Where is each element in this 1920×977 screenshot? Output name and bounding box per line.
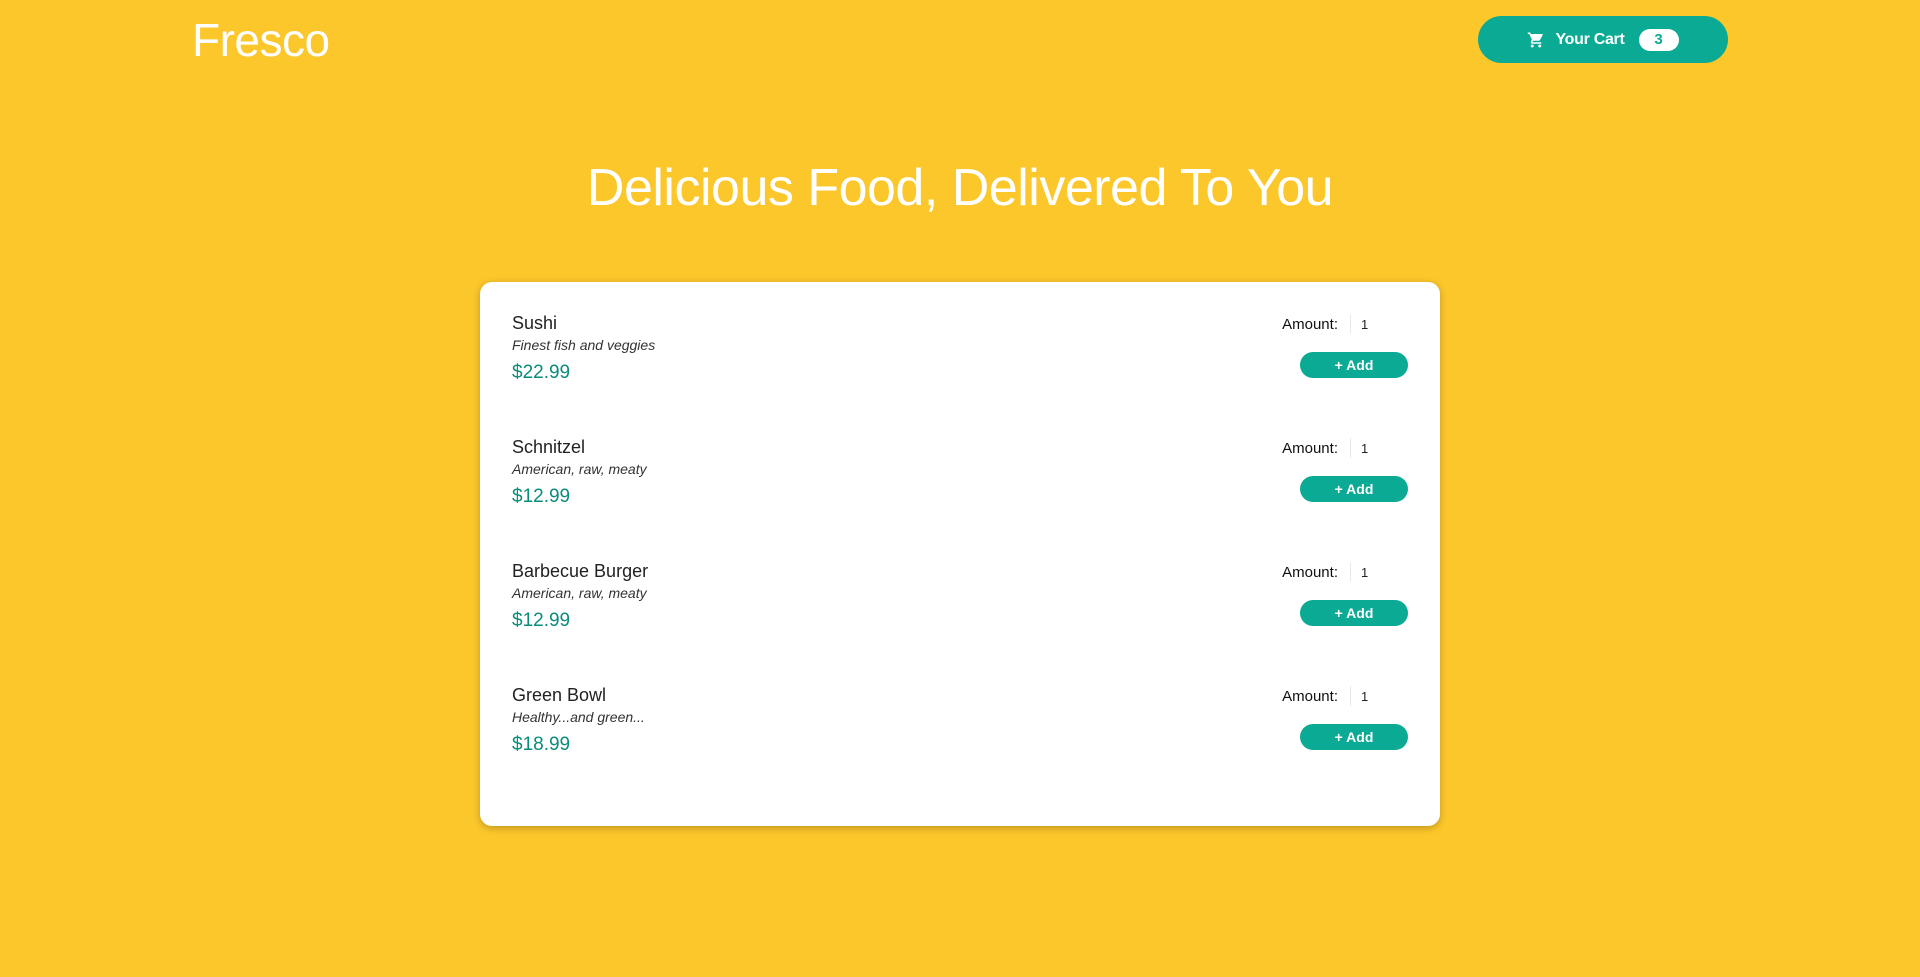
cart-button[interactable]: Your Cart 3 [1478,16,1728,63]
cart-label: Your Cart [1555,30,1625,48]
amount-input[interactable] [1350,562,1398,582]
meal-description: American, raw, meaty [512,461,647,477]
meal-price: $12.99 [512,486,571,507]
meal-item-barbecue-burger: Barbecue Burger American, raw, meaty $12… [512,560,1408,660]
page: Fresco Your Cart 3 Delicious Food, Deliv… [0,0,1920,977]
meal-description: Finest fish and veggies [512,337,656,353]
shopping-cart-icon [1527,31,1545,49]
amount-label: Amount: [1282,687,1338,705]
amount-row: Amount: [1282,562,1398,582]
add-button[interactable]: + Add [1300,476,1408,502]
amount-label: Amount: [1282,439,1338,457]
meal-price: $12.99 [512,610,571,631]
meal-name: Schnitzel [512,437,586,457]
add-button[interactable]: + Add [1300,600,1408,626]
add-button[interactable]: + Add [1300,724,1408,750]
amount-input[interactable] [1350,314,1398,334]
amount-label: Amount: [1282,563,1338,581]
cart-count-badge: 3 [1638,28,1679,51]
meal-name: Green Bowl [512,685,607,705]
amount-row: Amount: [1282,686,1398,706]
meal-item-schnitzel: Schnitzel American, raw, meaty $12.99 Am… [512,436,1408,536]
hero-title: Delicious Food, Delivered To You [586,159,1334,217]
amount-input[interactable] [1350,438,1398,458]
meal-description: American, raw, meaty [512,585,647,601]
logo: Fresco [192,14,330,66]
meal-price: $22.99 [512,362,571,383]
meal-item-green-bowl: Green Bowl Healthy...and green... $18.99… [512,684,1408,784]
meal-price: $18.99 [512,734,571,755]
header: Fresco Your Cart 3 [0,0,1920,80]
amount-row: Amount: [1282,438,1398,458]
meal-description: Healthy...and green... [512,709,645,725]
add-button[interactable]: + Add [1300,352,1408,378]
meals-card: Sushi Finest fish and veggies $22.99 Amo… [480,282,1440,826]
meal-name: Sushi [512,313,558,333]
amount-input[interactable] [1350,686,1398,706]
amount-label: Amount: [1282,315,1338,333]
amount-row: Amount: [1282,314,1398,334]
meal-name: Barbecue Burger [512,561,649,581]
meal-item-sushi: Sushi Finest fish and veggies $22.99 Amo… [512,312,1408,412]
